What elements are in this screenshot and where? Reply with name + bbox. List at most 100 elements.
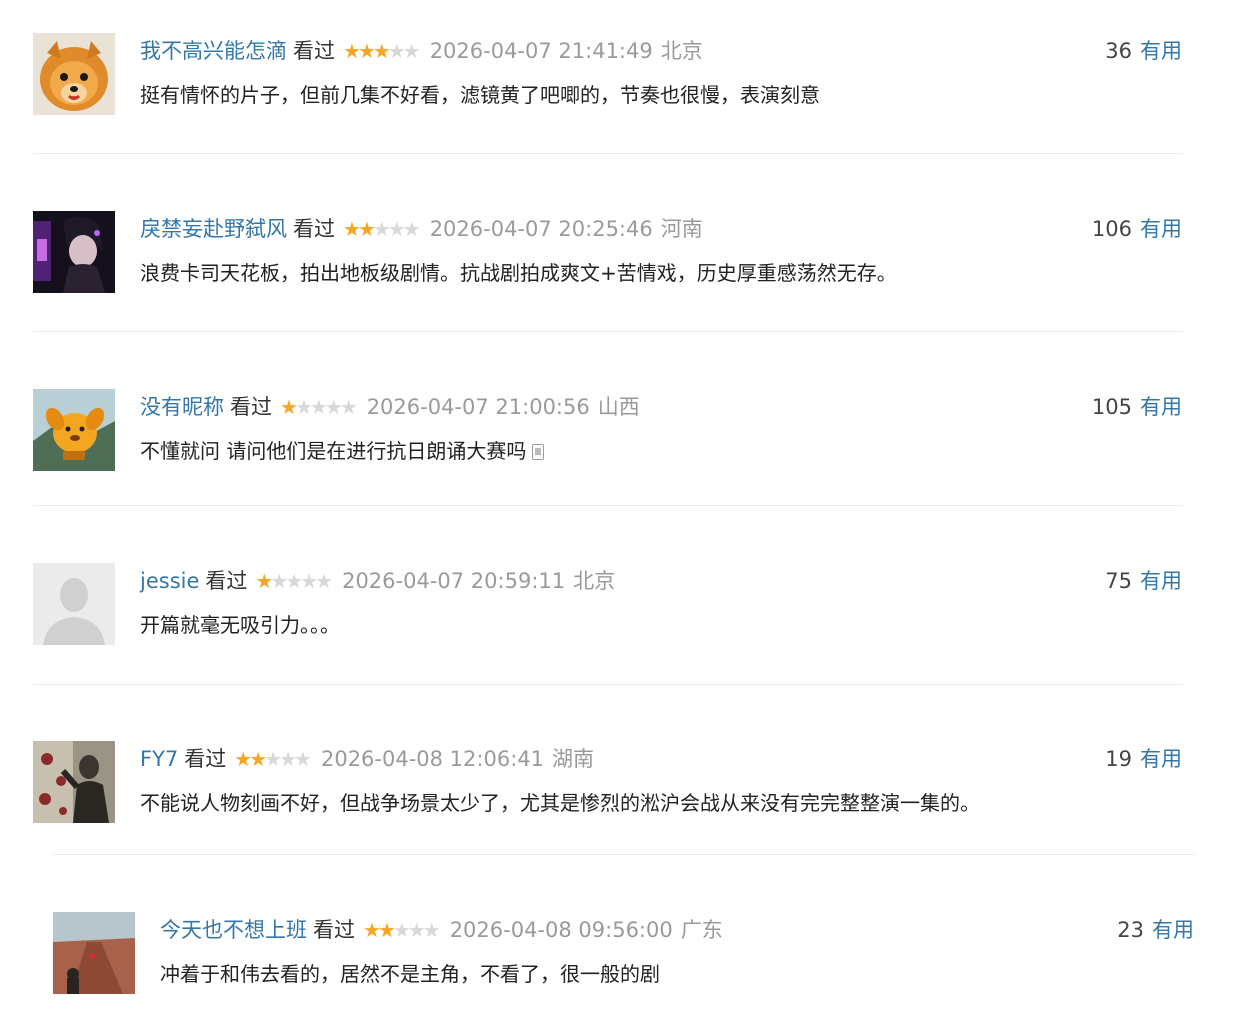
star-empty-icon: ★ [294,395,313,419]
cartoon-dog-icon [33,389,115,471]
vote-area: 105 有用 [1092,389,1182,425]
review-content: 不懂就问 请问他们是在进行抗日朗诵大赛吗 [140,433,545,469]
star-icon: ★ [280,395,298,419]
divider [53,854,1195,855]
star-empty-icon: ★ [422,918,441,942]
star-empty-icon: ★ [315,569,333,593]
vote-count: 23 [1117,918,1144,942]
review-content: 浪费卡司天花板，拍出地板级剧情。抗战剧拍成爽文+苦情戏，历史厚重感荡然无存。 [140,261,897,285]
review-item: 戾禁妄赴野弑风 看过 ★★★★★ 2026-04-07 20:25:46 河南 106 有… [0,211,1242,321]
review-time: 2026-04-07 21:00:56 [366,395,590,419]
star-empty-icon: ★ [285,569,303,593]
vote-area: 75 有用 [1105,563,1182,599]
star-icon: ★ [377,918,396,942]
review-time: 2026-04-07 21:41:49 [429,39,653,63]
star-icon: ★ [343,39,361,63]
username-link[interactable]: jessie [140,569,199,593]
avatar[interactable] [33,389,115,471]
avatar[interactable] [33,211,115,293]
phone-emoji-icon [532,444,545,460]
star-empty-icon: ★ [407,918,426,942]
vote-area: 36 有用 [1105,33,1182,69]
rating-stars: ★★★★★ [234,741,312,777]
vote-area: 23 有用 [1117,912,1194,948]
pomeranian-dog-icon [33,33,115,115]
useful-button[interactable]: 有用 [1140,39,1182,63]
star-empty-icon: ★ [324,395,343,419]
star-empty-icon: ★ [402,217,421,241]
star-empty-icon: ★ [309,395,328,419]
divider [33,153,1183,154]
review-time: 2026-04-07 20:59:11 [342,569,566,593]
watched-label: 看过 [293,217,335,241]
watched-label: 看过 [205,569,248,593]
watched-label: 看过 [230,395,272,419]
vote-count: 36 [1105,39,1132,63]
review-content: 不能说人物刻画不好，但战争场景太少了，尤其是惨烈的淞沪会战从来没有完完整整演一集… [140,791,980,815]
useful-button[interactable]: 有用 [1140,747,1182,771]
divider [33,684,1183,685]
avatar[interactable] [33,741,115,823]
username-link[interactable]: 今天也不想上班 [160,918,307,942]
road-landscape-icon [53,912,135,994]
movie-poster-icon [33,741,115,823]
divider [33,331,1183,332]
default-user-icon [33,563,115,645]
star-icon: ★ [357,39,376,63]
star-empty-icon: ★ [339,395,358,419]
star-empty-icon: ★ [387,39,406,63]
watched-label: 看过 [313,918,355,942]
review-location: 北京 [573,569,616,593]
useful-button[interactable]: 有用 [1152,918,1194,942]
star-empty-icon: ★ [270,569,288,593]
watched-label: 看过 [293,39,335,63]
star-icon: ★ [363,918,381,942]
review-meta: FY7 看过 ★★★★★ 2026-04-08 12:06:41 湖南 [140,741,594,777]
star-empty-icon: ★ [402,39,421,63]
review-meta: 今天也不想上班 看过 ★★★★★ 2026-04-08 09:56:00 广东 [160,912,723,948]
review-item: jessie 看过 ★★★★★ 2026-04-07 20:59:11 北京 75 有用 … [0,563,1242,673]
review-item: FY7 看过 ★★★★★ 2026-04-08 12:06:41 湖南 19 有用 不能说… [0,741,1242,851]
rating-stars: ★★★★★ [363,912,441,948]
vote-count: 19 [1105,747,1132,771]
review-item: 今天也不想上班 看过 ★★★★★ 2026-04-08 09:56:00 广东 23 有用… [0,912,1242,1022]
star-icon: ★ [372,39,391,63]
review-meta: 没有昵称 看过 ★★★★★ 2026-04-07 21:00:56 山西 [140,389,640,425]
avatar[interactable] [33,33,115,115]
review-location: 山西 [597,395,640,419]
watched-label: 看过 [184,747,227,771]
username-link[interactable]: 我不高兴能怎滴 [140,39,287,63]
star-empty-icon: ★ [372,217,391,241]
review-item: 没有昵称 看过 ★★★★★ 2026-04-07 21:00:56 山西 105 有用 不… [0,389,1242,499]
vote-area: 19 有用 [1105,741,1182,777]
rating-stars: ★★★★★ [280,389,358,425]
username-link[interactable]: 戾禁妄赴野弑风 [140,217,287,241]
useful-button[interactable]: 有用 [1140,569,1182,593]
vote-count: 75 [1105,569,1132,593]
review-time: 2026-04-07 20:25:46 [429,217,653,241]
review-content: 冲着于和伟去看的，居然不是主角，不看了，很一般的剧 [160,962,660,986]
review-time: 2026-04-08 09:56:00 [449,918,673,942]
star-icon: ★ [255,569,273,593]
username-link[interactable]: FY7 [140,747,178,771]
useful-button[interactable]: 有用 [1140,217,1182,241]
rating-stars: ★★★★★ [343,211,421,247]
star-icon: ★ [357,217,376,241]
username-link[interactable]: 没有昵称 [140,395,224,419]
review-meta: 我不高兴能怎滴 看过 ★★★★★ 2026-04-07 21:41:49 北京 [140,33,703,69]
star-empty-icon: ★ [279,747,297,771]
avatar[interactable] [53,912,135,994]
star-empty-icon: ★ [294,747,312,771]
review-meta: jessie 看过 ★★★★★ 2026-04-07 20:59:11 北京 [140,563,615,599]
useful-button[interactable]: 有用 [1140,395,1182,419]
review-meta: 戾禁妄赴野弑风 看过 ★★★★★ 2026-04-07 20:25:46 河南 [140,211,703,247]
avatar[interactable] [33,563,115,645]
review-location: 河南 [660,217,703,241]
vote-area: 106 有用 [1092,211,1182,247]
review-content: 开篇就毫无吸引力。。。 [140,613,340,637]
star-icon: ★ [249,747,267,771]
review-location: 湖南 [552,747,595,771]
star-icon: ★ [234,747,252,771]
divider [33,505,1183,506]
review-item: 我不高兴能怎滴 看过 ★★★★★ 2026-04-07 21:41:49 北京 36 有用… [0,33,1242,143]
